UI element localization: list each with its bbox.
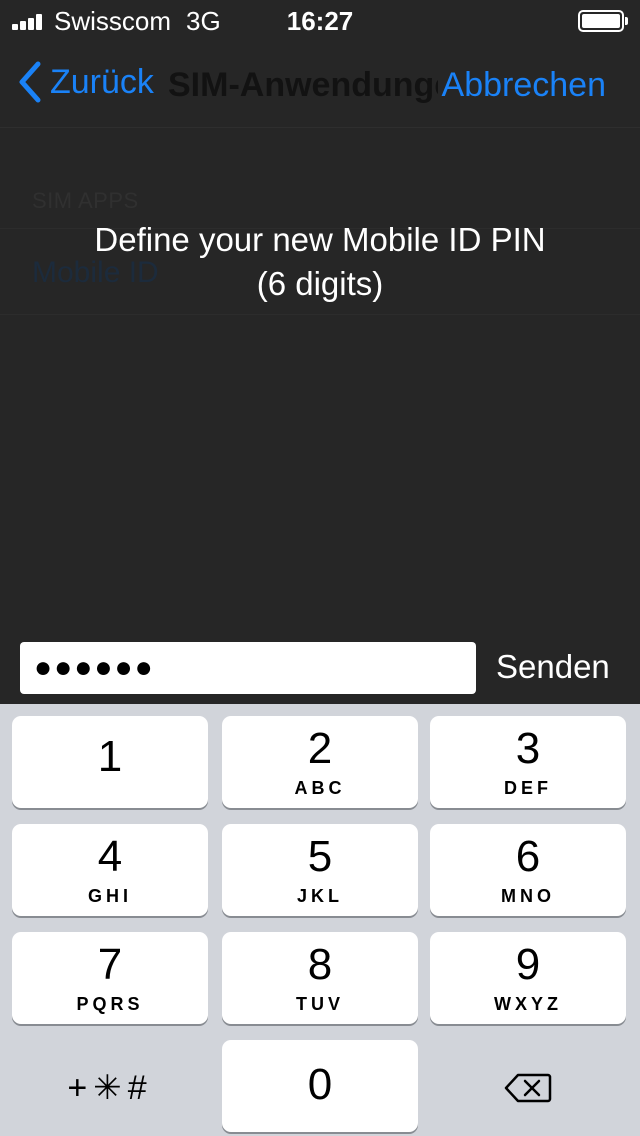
key-letters: ABC	[294, 778, 346, 798]
backspace-icon	[504, 1073, 552, 1103]
key-digit: 5	[307, 832, 333, 881]
key-digit: 9	[515, 940, 541, 989]
key-9[interactable]: 9 WXYZ	[430, 932, 626, 1024]
key-letters: WXYZ	[494, 994, 562, 1014]
key-letters: PQRS	[76, 994, 144, 1014]
battery-icon	[578, 10, 628, 32]
key-digit: 2	[307, 724, 333, 773]
key-letters: GHI	[87, 886, 132, 906]
pin-prompt-line-1: Define your new Mobile ID PIN	[94, 221, 546, 258]
key-letters: TUV	[296, 994, 344, 1014]
key-digit: 7	[97, 940, 123, 989]
symbols-key[interactable]: +✳#	[12, 1042, 208, 1134]
nav-title: SIM-Anwendungen	[168, 66, 474, 104]
key-3[interactable]: 3 DEF	[430, 716, 626, 808]
key-1[interactable]: 1	[12, 716, 208, 808]
pin-input[interactable]: ●●●●●●	[20, 642, 476, 694]
pin-prompt-line-2: (6 digits)	[256, 265, 384, 302]
key-digit: 6	[515, 832, 541, 881]
key-8[interactable]: 8 TUV	[222, 932, 418, 1024]
key-digit: 3	[515, 724, 541, 773]
chevron-left-icon	[19, 61, 41, 103]
pin-input-value: ●●●●●●	[34, 651, 155, 684]
key-digit: 1	[97, 732, 123, 781]
numeric-keypad: 1 2 ABC 3 DEF 4 GHI 5 JKL 6 MNO 7 PQRS 8…	[0, 704, 640, 1136]
cancel-button[interactable]: Abbrechen	[437, 66, 606, 105]
key-digit: 0	[307, 1060, 333, 1109]
key-4[interactable]: 4 GHI	[12, 824, 208, 916]
status-time: 16:27	[286, 6, 354, 36]
key-digit: 4	[97, 832, 123, 881]
section-header: SIM APPS	[32, 188, 139, 213]
status-bar: Swisscom 3G 16:27	[0, 0, 640, 40]
key-letters: MNO	[501, 886, 555, 906]
key-letters: DEF	[504, 778, 552, 798]
back-button-label: Zurück	[50, 62, 154, 101]
send-button[interactable]: Senden	[496, 648, 610, 686]
key-7[interactable]: 7 PQRS	[12, 932, 208, 1024]
key-5[interactable]: 5 JKL	[222, 824, 418, 916]
key-digit: 8	[307, 940, 333, 989]
key-letters: JKL	[296, 886, 343, 906]
navigation-bar: Zurück SIM-Anwendungen Abbrechen	[0, 40, 640, 128]
divider	[0, 314, 640, 315]
pin-prompt: Define your new Mobile ID PIN (6 digits)	[0, 218, 640, 306]
key-0[interactable]: 0	[222, 1040, 418, 1132]
key-6[interactable]: 6 MNO	[430, 824, 626, 916]
key-2[interactable]: 2 ABC	[222, 716, 418, 808]
back-button[interactable]: Zurück	[16, 60, 154, 104]
delete-button[interactable]	[430, 1042, 626, 1134]
